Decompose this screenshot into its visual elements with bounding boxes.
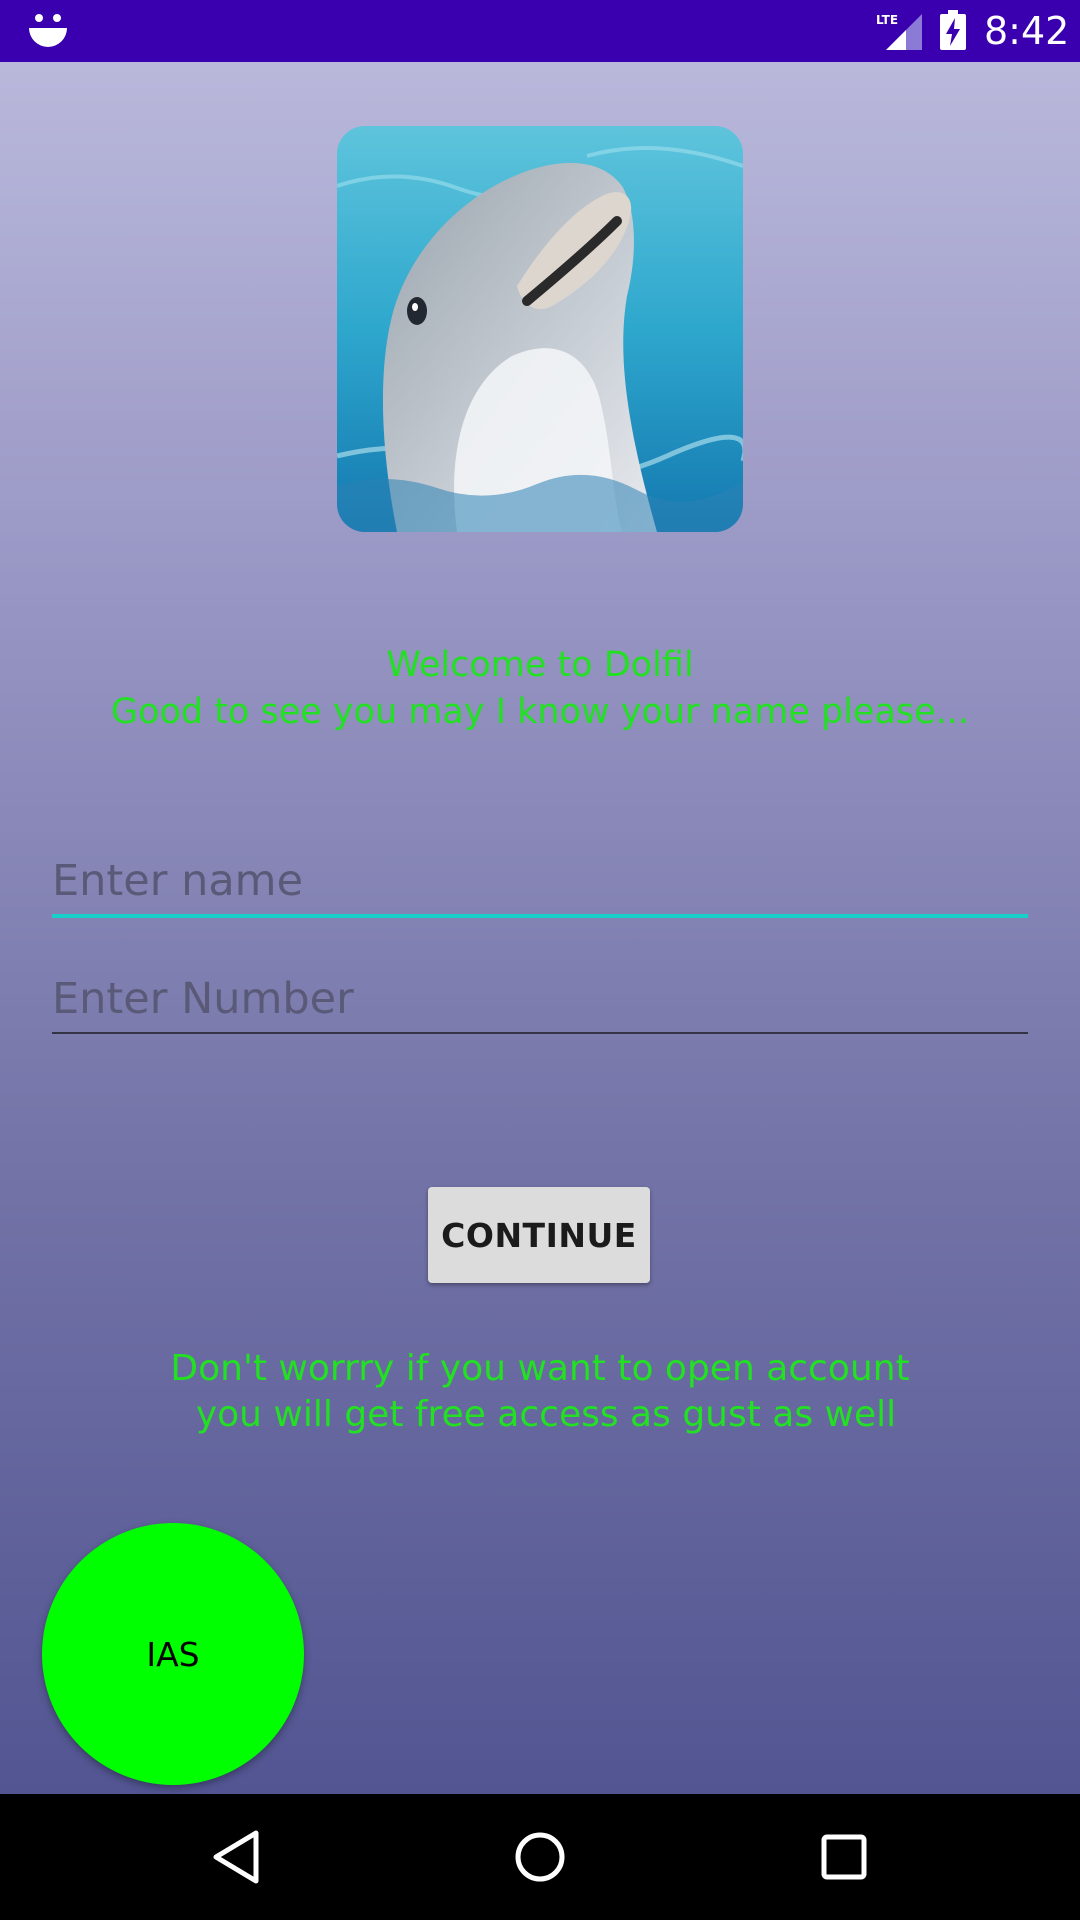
- lte-signal-icon: LTE: [876, 13, 922, 50]
- welcome-subtitle: Good to see you may I know your name ple…: [110, 692, 970, 732]
- navigation-bar: [0, 1794, 1080, 1920]
- recents-icon[interactable]: [814, 1827, 874, 1887]
- welcome-title: Welcome to Dolfil: [386, 645, 694, 685]
- status-bar: LTE 8:42: [0, 0, 1080, 62]
- svg-text:LTE: LTE: [876, 13, 898, 27]
- battery-charging-icon: [940, 10, 966, 50]
- smiley-icon: [29, 14, 67, 47]
- home-icon[interactable]: [510, 1827, 570, 1887]
- name-input[interactable]: [52, 848, 1028, 918]
- status-time: 8:42: [984, 9, 1070, 53]
- back-icon[interactable]: [208, 1827, 268, 1887]
- ias-fab-button[interactable]: IAS: [42, 1523, 304, 1785]
- number-input[interactable]: [52, 966, 1028, 1034]
- info-text-line1: Don't worrry if you want to open account: [170, 1348, 910, 1389]
- app-screen: LTE 8:42 Welcome to Dolfil Good to see y…: [0, 0, 1080, 1920]
- continue-button[interactable]: CONTINUE: [428, 1187, 650, 1283]
- info-text-line2: you will get free access as gust as well: [195, 1394, 897, 1435]
- dolphin-image: [337, 126, 743, 532]
